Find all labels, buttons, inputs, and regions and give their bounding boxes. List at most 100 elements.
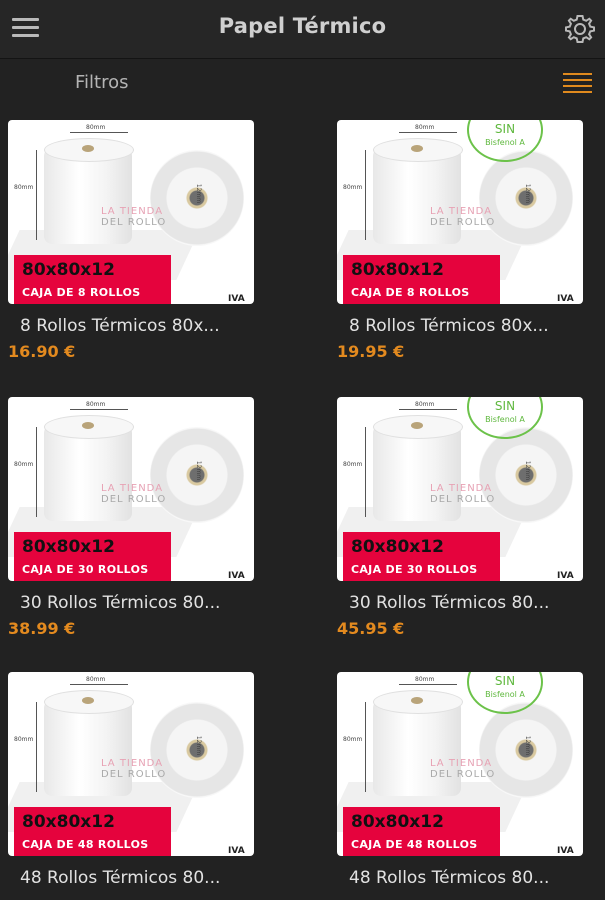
product-name[interactable]: 48 Rollos Térmicos 80... [20, 868, 254, 888]
badge-line-2: Bisfenol A [485, 690, 525, 699]
width-dimension-line [399, 409, 457, 410]
promo-band: 80x80x12 CAJA DE 30 ROLLOS [14, 532, 171, 581]
height-dimension-label: 80mm [14, 736, 34, 743]
product-name[interactable]: 48 Rollos Térmicos 80... [349, 868, 583, 888]
width-dimension-label: 80mm [415, 124, 435, 131]
height-dimension-line [365, 702, 366, 792]
promo-band: 80x80x12 CAJA DE 30 ROLLOS [343, 532, 500, 581]
watermark-line-1: LA TIENDA [101, 206, 164, 217]
height-dimension-line [36, 150, 37, 240]
watermark-line-1: LA TIENDA [101, 483, 164, 494]
badge-line-2: Bisfenol A [485, 138, 525, 147]
tax-label: IVA [228, 846, 245, 856]
watermark-line-2: DEL ROLLO [430, 769, 496, 780]
product-name[interactable]: 30 Rollos Térmicos 80... [20, 593, 254, 613]
product-image[interactable]: 80mm 80mm 12mm LA TIENDA DEL ROLLO 80x80… [337, 397, 583, 581]
width-dimension-label: 80mm [415, 676, 435, 683]
product-image[interactable]: 80mm 80mm 12mm LA TIENDA DEL ROLLO 80x80… [337, 672, 583, 856]
core-dimension-label: 12mm [195, 735, 203, 756]
roll-size-label: 80x80x12 [22, 812, 115, 832]
box-quantity-label: CAJA DE 48 ROLLOS [351, 838, 478, 851]
core-dimension-label: 12mm [195, 460, 203, 481]
box-quantity-label: CAJA DE 8 ROLLOS [351, 286, 470, 299]
height-dimension-label: 80mm [343, 184, 363, 191]
tax-label: IVA [557, 294, 574, 304]
paper-roll-icon [373, 690, 463, 796]
roll-size-label: 80x80x12 [351, 812, 444, 832]
width-dimension-label: 80mm [415, 401, 435, 408]
badge-line-1: SIN [494, 122, 516, 136]
promo-band: 80x80x12 CAJA DE 8 ROLLOS [14, 255, 171, 304]
watermark-line-2: DEL ROLLO [430, 217, 496, 228]
watermark-line-2: DEL ROLLO [101, 494, 167, 505]
watermark-line-2: DEL ROLLO [101, 217, 167, 228]
box-quantity-label: CAJA DE 48 ROLLOS [22, 838, 149, 851]
product-price: 16.90 € [8, 342, 76, 361]
tax-label: IVA [228, 294, 245, 304]
box-quantity-label: CAJA DE 30 ROLLOS [22, 563, 149, 576]
paper-roll-icon [373, 415, 463, 521]
roll-size-label: 80x80x12 [351, 537, 444, 557]
height-dimension-line [365, 150, 366, 240]
page-title: Papel Térmico [218, 14, 387, 38]
roll-size-label: 80x80x12 [351, 260, 444, 280]
width-dimension-line [70, 684, 128, 685]
product-price: 38.99 € [8, 619, 76, 638]
height-dimension-label: 80mm [343, 461, 363, 468]
app-bar: Papel Térmico [0, 0, 605, 59]
core-dimension-label: 12mm [195, 183, 203, 204]
height-dimension-label: 80mm [343, 736, 363, 743]
product-image[interactable]: 80mm 80mm 12mm LA TIENDA DEL ROLLO 80x80… [8, 672, 254, 856]
product-image[interactable]: 80mm 80mm 12mm LA TIENDA DEL ROLLO 80x80… [337, 120, 583, 304]
badge-line-1: SIN [494, 399, 516, 413]
width-dimension-label: 80mm [86, 124, 106, 131]
watermark-line-1: LA TIENDA [430, 758, 493, 769]
tax-label: IVA [557, 571, 574, 581]
promo-band: 80x80x12 CAJA DE 48 ROLLOS [343, 807, 500, 856]
height-dimension-label: 80mm [14, 184, 34, 191]
width-dimension-line [399, 684, 457, 685]
watermark-line-1: LA TIENDA [430, 483, 493, 494]
height-dimension-line [365, 427, 366, 517]
box-quantity-label: CAJA DE 30 ROLLOS [351, 563, 478, 576]
paper-roll-icon [44, 138, 134, 244]
width-dimension-line [70, 409, 128, 410]
watermark-line-2: DEL ROLLO [430, 494, 496, 505]
promo-band: 80x80x12 CAJA DE 48 ROLLOS [14, 807, 171, 856]
core-dimension-label: 12mm [524, 460, 532, 481]
filter-bar: Filtros [0, 59, 605, 109]
height-dimension-label: 80mm [14, 461, 34, 468]
paper-roll-icon [44, 415, 134, 521]
gear-icon[interactable] [562, 11, 598, 47]
product-name[interactable]: 30 Rollos Térmicos 80... [349, 593, 583, 613]
tax-label: IVA [557, 846, 574, 856]
product-name[interactable]: 8 Rollos Térmicos 80x... [349, 316, 583, 336]
product-image[interactable]: 80mm 80mm 12mm LA TIENDA DEL ROLLO 80x80… [8, 397, 254, 581]
height-dimension-line [36, 427, 37, 517]
width-dimension-line [399, 132, 457, 133]
product-name[interactable]: 8 Rollos Térmicos 80x... [20, 316, 254, 336]
width-dimension-label: 80mm [86, 401, 106, 408]
watermark-line-1: LA TIENDA [101, 758, 164, 769]
width-dimension-line [70, 132, 128, 133]
badge-line-2: Bisfenol A [485, 415, 525, 424]
product-image[interactable]: 80mm 80mm 12mm LA TIENDA DEL ROLLO 80x80… [8, 120, 254, 304]
product-price: 19.95 € [337, 342, 405, 361]
roll-size-label: 80x80x12 [22, 260, 115, 280]
tax-label: IVA [228, 571, 245, 581]
height-dimension-line [36, 702, 37, 792]
watermark-line-1: LA TIENDA [430, 206, 493, 217]
box-quantity-label: CAJA DE 8 ROLLOS [22, 286, 141, 299]
core-dimension-label: 12mm [524, 183, 532, 204]
paper-roll-icon [44, 690, 134, 796]
product-price: 45.95 € [337, 619, 405, 638]
badge-line-1: SIN [494, 674, 516, 688]
paper-roll-icon [373, 138, 463, 244]
core-dimension-label: 12mm [524, 735, 532, 756]
roll-size-label: 80x80x12 [22, 537, 115, 557]
promo-band: 80x80x12 CAJA DE 8 ROLLOS [343, 255, 500, 304]
filters-button[interactable]: Filtros [75, 72, 129, 93]
width-dimension-label: 80mm [86, 676, 106, 683]
list-view-icon[interactable] [563, 71, 593, 95]
watermark-line-2: DEL ROLLO [101, 769, 167, 780]
